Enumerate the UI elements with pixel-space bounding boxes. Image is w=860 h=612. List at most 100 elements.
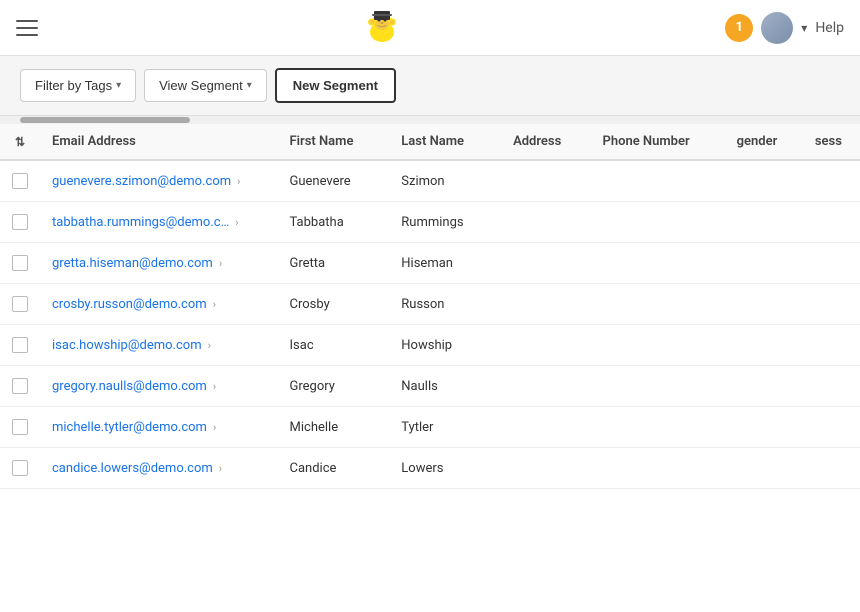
table-row: gregory.naulls@demo.com › GregoryNaulls <box>0 366 860 407</box>
table-row: candice.lowers@demo.com›CandiceLowers <box>0 448 860 489</box>
row-expand-cell[interactable] <box>0 284 40 325</box>
col-header-gender[interactable]: gender <box>725 124 803 160</box>
row-address-cell <box>501 284 590 325</box>
row-expand-cell[interactable] <box>0 202 40 243</box>
email-address[interactable]: isac.howship@demo.com <box>52 338 202 353</box>
row-expand-cell[interactable] <box>0 448 40 489</box>
row-checkbox[interactable] <box>12 419 28 435</box>
email-address[interactable]: gretta.hiseman@demo.com <box>52 256 213 271</box>
row-phone-cell <box>590 284 724 325</box>
row-expand-cell[interactable] <box>0 160 40 202</box>
row-firstname-cell: Crosby <box>278 284 390 325</box>
row-gender-cell <box>725 366 803 407</box>
row-expand-arrow[interactable]: › <box>219 462 222 475</box>
row-address-cell <box>501 366 590 407</box>
sort-toggle-icon[interactable]: ⇅ <box>15 135 25 149</box>
row-lastname-cell: Szimon <box>389 160 501 202</box>
row-checkbox[interactable] <box>12 296 28 312</box>
row-sess-cell <box>803 284 860 325</box>
mailchimp-logo <box>360 6 404 50</box>
row-sess-cell <box>803 160 860 202</box>
row-expand-cell[interactable] <box>0 325 40 366</box>
filter-tags-label: Filter by Tags <box>35 78 112 93</box>
nav-center <box>360 6 404 50</box>
row-expand-arrow[interactable]: › <box>213 298 216 311</box>
row-lastname-cell: Howship <box>389 325 501 366</box>
row-expand-arrow[interactable]: › <box>237 175 240 188</box>
row-sess-cell <box>803 325 860 366</box>
row-firstname-cell: Gretta <box>278 243 390 284</box>
row-checkbox[interactable] <box>12 337 28 353</box>
table-row: crosby.russon@demo.com›CrosbyRusson <box>0 284 860 325</box>
scroll-thumb[interactable] <box>20 117 190 123</box>
col-header-sess[interactable]: sess <box>803 124 860 160</box>
help-link[interactable]: Help <box>815 20 844 36</box>
row-address-cell <box>501 407 590 448</box>
row-expand-cell[interactable] <box>0 366 40 407</box>
col-header-firstname[interactable]: First Name <box>278 124 390 160</box>
col-header-phone[interactable]: Phone Number <box>590 124 724 160</box>
row-checkbox[interactable] <box>12 378 28 394</box>
col-header-lastname[interactable]: Last Name <box>389 124 501 160</box>
table-row: michelle.tytler@demo.com›MichelleTytler <box>0 407 860 448</box>
row-phone-cell <box>590 366 724 407</box>
row-sess-cell <box>803 243 860 284</box>
row-phone-cell <box>590 325 724 366</box>
row-sess-cell <box>803 407 860 448</box>
row-email-cell: candice.lowers@demo.com › <box>40 448 278 489</box>
row-expand-arrow[interactable]: › <box>213 421 216 434</box>
filter-tags-button[interactable]: Filter by Tags ▾ <box>20 69 136 102</box>
freddie-logo-svg <box>360 6 404 50</box>
row-address-cell <box>501 325 590 366</box>
row-checkbox[interactable] <box>12 460 28 476</box>
row-expand-arrow[interactable]: › <box>235 216 238 229</box>
row-checkbox[interactable] <box>12 255 28 271</box>
account-dropdown[interactable]: ▾ <box>801 21 807 35</box>
notification-badge[interactable]: 1 <box>725 14 753 42</box>
nav-right: 1 ▾ Help <box>725 12 844 44</box>
row-firstname-cell: Gregory <box>278 366 390 407</box>
filter-tags-chevron: ▾ <box>116 80 121 91</box>
email-address[interactable]: guenevere.szimon@demo.com <box>52 174 231 189</box>
email-address[interactable]: crosby.russon@demo.com <box>52 297 207 312</box>
row-expand-arrow[interactable]: › <box>208 339 211 352</box>
horizontal-scrollbar[interactable] <box>0 116 860 124</box>
col-header-email[interactable]: Email Address <box>40 124 278 160</box>
row-email-cell: tabbatha.rummings@demo.c… › <box>40 202 278 243</box>
email-address[interactable]: tabbatha.rummings@demo.c… <box>52 215 229 230</box>
email-address[interactable]: michelle.tytler@demo.com <box>52 420 207 435</box>
row-expand-cell[interactable] <box>0 407 40 448</box>
row-gender-cell <box>725 243 803 284</box>
row-firstname-cell: Guenevere <box>278 160 390 202</box>
top-nav: 1 ▾ Help <box>0 0 860 56</box>
row-expand-arrow[interactable]: › <box>213 380 216 393</box>
avatar[interactable] <box>761 12 793 44</box>
row-address-cell <box>501 202 590 243</box>
table-header-row: ⇅ Email Address First Name Last Name Add… <box>0 124 860 160</box>
new-segment-button[interactable]: New Segment <box>275 68 396 103</box>
email-address[interactable]: candice.lowers@demo.com <box>52 461 213 476</box>
row-firstname-cell: Michelle <box>278 407 390 448</box>
nav-left <box>16 20 38 36</box>
table-body: guenevere.szimon@demo.com › GuenevereSzimo… <box>0 160 860 489</box>
row-address-cell <box>501 243 590 284</box>
table-row: tabbatha.rummings@demo.c…›TabbathaRummin… <box>0 202 860 243</box>
col-header-toggle[interactable]: ⇅ <box>0 124 40 160</box>
row-checkbox[interactable] <box>12 173 28 189</box>
row-checkbox[interactable] <box>12 214 28 230</box>
row-expand-arrow[interactable]: › <box>219 257 222 270</box>
hamburger-menu-icon[interactable] <box>16 20 38 36</box>
view-segment-label: View Segment <box>159 78 243 93</box>
table-row: gretta.hiseman@demo.com›GrettaHiseman <box>0 243 860 284</box>
col-header-address[interactable]: Address <box>501 124 590 160</box>
row-lastname-cell: Naulls <box>389 366 501 407</box>
email-address[interactable]: gregory.naulls@demo.com <box>52 379 207 394</box>
row-firstname-cell: Tabbatha <box>278 202 390 243</box>
row-email-cell: isac.howship@demo.com › <box>40 325 278 366</box>
row-lastname-cell: Lowers <box>389 448 501 489</box>
row-email-cell: guenevere.szimon@demo.com › <box>40 160 278 202</box>
view-segment-button[interactable]: View Segment ▾ <box>144 69 267 102</box>
row-expand-cell[interactable] <box>0 243 40 284</box>
row-email-cell: gregory.naulls@demo.com › <box>40 366 278 407</box>
row-sess-cell <box>803 366 860 407</box>
